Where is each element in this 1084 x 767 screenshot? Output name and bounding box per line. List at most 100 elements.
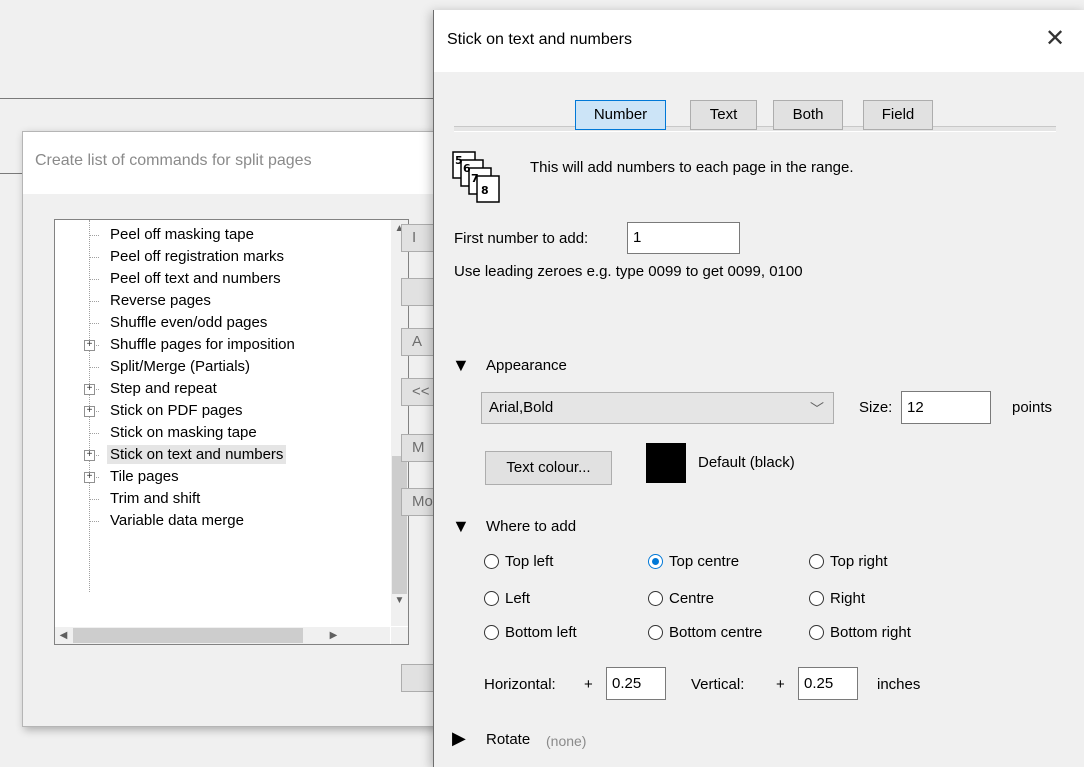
tree-item[interactable]: Peel off text and numbers [63, 268, 383, 290]
tree-item[interactable]: Peel off registration marks [63, 246, 383, 268]
expand-icon[interactable]: + [84, 340, 95, 351]
tree-item[interactable]: Stick on masking tape [63, 422, 383, 444]
radio-bottom-centre[interactable]: Bottom centre [648, 624, 762, 641]
radio-left[interactable]: Left [484, 590, 530, 607]
scroll-left-icon[interactable]: ◀ [55, 627, 72, 644]
stick-on-text-dialog: Stick on text and numbers ✕ Number Text … [433, 10, 1084, 767]
tree-item[interactable]: Reverse pages [63, 290, 383, 312]
tree-item[interactable]: Peel off masking tape [63, 224, 383, 246]
tree-item-label: Peel off registration marks [110, 248, 284, 265]
tree-horizontal-scrollbar[interactable]: ◀ ▶ [55, 627, 390, 644]
radio-top-centre[interactable]: Top centre [648, 553, 739, 570]
tree-connector [89, 521, 99, 522]
tree-item[interactable]: + Shuffle pages for imposition [63, 334, 383, 356]
horizontal-plus: + [584, 676, 593, 693]
radio-label: Bottom right [830, 624, 911, 641]
radio-bottom-right[interactable]: Bottom right [809, 624, 911, 641]
tree-item-label: Variable data merge [110, 512, 244, 529]
tree-item[interactable]: Split/Merge (Partials) [63, 356, 383, 378]
vertical-label: Vertical: [691, 676, 745, 693]
scroll-down-icon[interactable]: ▼ [391, 592, 408, 609]
radio-label: Bottom centre [669, 624, 763, 641]
tree-item-label: Peel off masking tape [110, 226, 254, 243]
tree-item[interactable]: + Stick on PDF pages [63, 400, 383, 422]
command-tree-items: Peel off masking tape Peel off registrat… [55, 220, 390, 626]
tree-connector [89, 235, 99, 236]
tree-item-selected[interactable]: + Stick on text and numbers [63, 444, 383, 466]
size-input[interactable]: 12 [901, 391, 991, 424]
numbered-pages-icon: 5 6 7 8 [452, 151, 500, 203]
font-select-value: Arial,Bold [489, 399, 554, 416]
rotate-label: Rotate [486, 731, 531, 748]
radio-label: Top right [830, 553, 888, 570]
tree-item[interactable]: Variable data merge [63, 510, 383, 532]
tree-item-label: Trim and shift [110, 490, 201, 507]
scroll-thumb[interactable] [392, 456, 407, 594]
vertical-offset-input[interactable]: 0.25 [798, 667, 858, 700]
radio-top-right[interactable]: Top right [809, 553, 888, 570]
radio-icon [484, 591, 499, 606]
rotate-value: (none) [546, 733, 587, 749]
radio-label: Top left [505, 553, 554, 570]
tree-item-label: Peel off text and numbers [110, 270, 281, 287]
radio-icon [484, 554, 499, 569]
tree-item[interactable]: Shuffle even/odd pages [63, 312, 383, 334]
colour-label: Default (black) [698, 454, 795, 471]
expand-triangle-icon[interactable]: ▶ [452, 728, 466, 749]
expand-icon[interactable]: + [84, 384, 95, 395]
tree-item-label: Stick on masking tape [110, 424, 257, 441]
mode-number-button[interactable]: Number [575, 100, 666, 130]
radio-label: Top centre [669, 553, 740, 570]
radio-icon [809, 554, 824, 569]
svg-text:7: 7 [471, 172, 479, 185]
tree-connector [89, 301, 99, 302]
expand-icon[interactable]: + [84, 406, 95, 417]
tree-connector [89, 433, 99, 434]
size-unit-label: points [1012, 399, 1053, 416]
radio-top-left[interactable]: Top left [484, 553, 553, 570]
mode-both-button[interactable]: Both [773, 100, 843, 130]
svg-text:8: 8 [481, 184, 489, 197]
svg-text:5: 5 [455, 154, 463, 167]
horizontal-offset-input[interactable]: 0.25 [606, 667, 666, 700]
tree-item[interactable]: + Step and repeat [63, 378, 383, 400]
vertical-plus: + [776, 676, 785, 693]
tree-connector [89, 499, 99, 500]
tree-item[interactable]: + Tile pages [63, 466, 383, 488]
split-pages-dialog: Create list of commands for split pages … [22, 131, 471, 727]
radio-icon [484, 625, 499, 640]
radio-centre[interactable]: Centre [648, 590, 714, 607]
scroll-thumb[interactable] [73, 628, 303, 643]
collapse-triangle-icon[interactable]: ▼ [452, 516, 470, 537]
mode-text-button[interactable]: Text [690, 100, 757, 130]
first-number-input[interactable]: 1 [627, 222, 740, 254]
tree-item-label: Step and repeat [110, 380, 217, 397]
scroll-right-icon[interactable]: ▶ [325, 627, 342, 644]
command-tree[interactable]: Peel off masking tape Peel off registrat… [54, 219, 409, 645]
dialog-title: Stick on text and numbers [434, 10, 1084, 72]
tree-item-label: Tile pages [110, 468, 179, 485]
tree-item-label: Stick on text and numbers [107, 445, 287, 464]
font-select[interactable]: Arial,Bold ﹀ [481, 392, 834, 424]
mode-field-button[interactable]: Field [863, 100, 933, 130]
tree-item-label: Shuffle even/odd pages [110, 314, 268, 331]
close-icon[interactable]: ✕ [1043, 24, 1067, 53]
first-number-label: First number to add: [454, 230, 589, 247]
radio-right[interactable]: Right [809, 590, 865, 607]
offset-unit-label: inches [877, 676, 921, 693]
radio-label: Bottom left [505, 624, 577, 641]
radio-label: Left [505, 590, 531, 607]
text-colour-button[interactable]: Text colour... [485, 451, 612, 485]
tree-item[interactable]: Trim and shift [63, 488, 383, 510]
tree-item-label: Split/Merge (Partials) [110, 358, 251, 375]
appearance-label: Appearance [486, 357, 567, 374]
expand-icon[interactable]: + [84, 450, 95, 461]
expand-icon[interactable]: + [84, 472, 95, 483]
horizontal-label: Horizontal: [484, 676, 556, 693]
tree-connector [89, 323, 99, 324]
radio-icon [809, 591, 824, 606]
leading-zero-hint: Use leading zeroes e.g. type 0099 to get… [454, 263, 803, 280]
radio-bottom-left[interactable]: Bottom left [484, 624, 577, 641]
size-label: Size: [859, 399, 893, 416]
collapse-triangle-icon[interactable]: ▼ [452, 355, 470, 376]
